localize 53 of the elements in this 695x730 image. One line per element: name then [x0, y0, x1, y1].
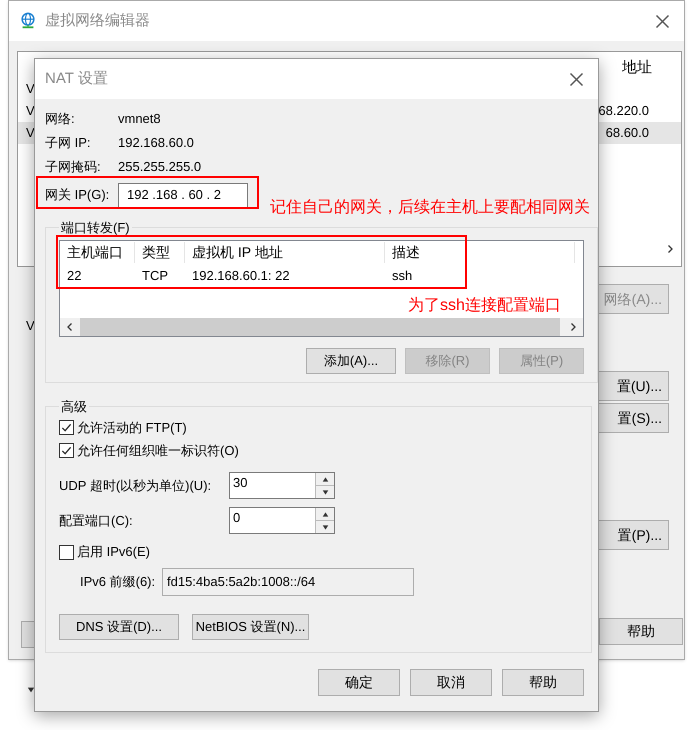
table-cell-text: 22	[66, 266, 82, 285]
dialog-button[interactable]: 添加(A)...	[306, 348, 396, 374]
table-cell-text: 192.168.60.1: 22	[191, 266, 291, 285]
spin-down-icon[interactable]	[322, 488, 328, 496]
field-label: IPv6 前缀(6):	[80, 573, 156, 592]
group-label: V	[26, 317, 35, 335]
dialog-button[interactable]: DNS 设置(D)...	[59, 614, 179, 640]
column-header[interactable]: 类型	[135, 242, 185, 263]
field-value: vmnet8	[118, 110, 161, 128]
checkbox[interactable]	[59, 420, 74, 435]
window-title: 虚拟网络编辑器	[45, 10, 150, 31]
column-header[interactable]: 虚拟机 IP 地址	[185, 242, 385, 263]
checkbox-label[interactable]: 启用 IPv6(E)	[77, 542, 150, 562]
globe-icon	[19, 12, 37, 30]
help-button[interactable]: 帮助	[599, 618, 683, 645]
checkbox[interactable]	[59, 443, 74, 458]
scroll-right-icon[interactable]	[568, 322, 578, 332]
field-value: 192.168.60.0	[118, 134, 194, 152]
dialog-button[interactable]: NetBIOS 设置(N)...	[192, 614, 309, 640]
number-spinner[interactable]: 0	[229, 507, 335, 534]
field-label: 网络:	[45, 110, 76, 128]
checkbox[interactable]	[59, 544, 74, 560]
field-label: 子网掩码:	[45, 158, 102, 176]
group-title: 端口转发(F)	[60, 219, 131, 237]
column-header: 地址	[622, 58, 652, 78]
field-label: 网关 IP(G):	[45, 186, 110, 204]
field-label: 配置端口(C):	[59, 512, 134, 530]
collapse-icon[interactable]	[27, 686, 35, 694]
dialog-button[interactable]: 确定	[318, 669, 400, 696]
ip-address-field[interactable]: 192 .168 . 60 . 2	[118, 182, 248, 208]
spin-up-icon[interactable]	[322, 476, 328, 482]
scroll-left-icon[interactable]	[65, 322, 75, 332]
annotation-text: 为了ssh连接配置端口	[408, 296, 561, 316]
annotation-text: 记住自己的网关，后续在主机上要配相同网关	[270, 198, 590, 218]
close-icon[interactable]	[655, 14, 670, 28]
group-title: 高级	[60, 398, 88, 416]
field-label: 子网 IP:	[45, 134, 92, 152]
close-icon[interactable]	[569, 72, 584, 86]
table-cell-text: ssh	[391, 266, 414, 285]
checkbox-label[interactable]: 允许任何组织唯一标识符(O)	[77, 440, 239, 460]
dialog-title: NAT 设置	[45, 68, 108, 89]
field-label: UDP 超时(以秒为单位)(U):	[59, 476, 212, 495]
dialog-button[interactable]: 帮助	[502, 669, 584, 696]
spin-up-icon[interactable]	[322, 510, 328, 518]
column-header[interactable]: 主机端口	[60, 242, 135, 263]
dialog-button[interactable]: 取消	[410, 669, 492, 696]
field-value: 255.255.255.0	[118, 158, 202, 176]
column-header[interactable]: 描述	[385, 242, 575, 263]
table-cell-text: TCP	[141, 266, 169, 285]
number-spinner[interactable]: 30	[229, 472, 335, 499]
scroll-right-icon[interactable]	[665, 244, 675, 254]
checkbox-label[interactable]: 允许活动的 FTP(T)	[77, 418, 187, 438]
spin-down-icon[interactable]	[322, 524, 328, 530]
